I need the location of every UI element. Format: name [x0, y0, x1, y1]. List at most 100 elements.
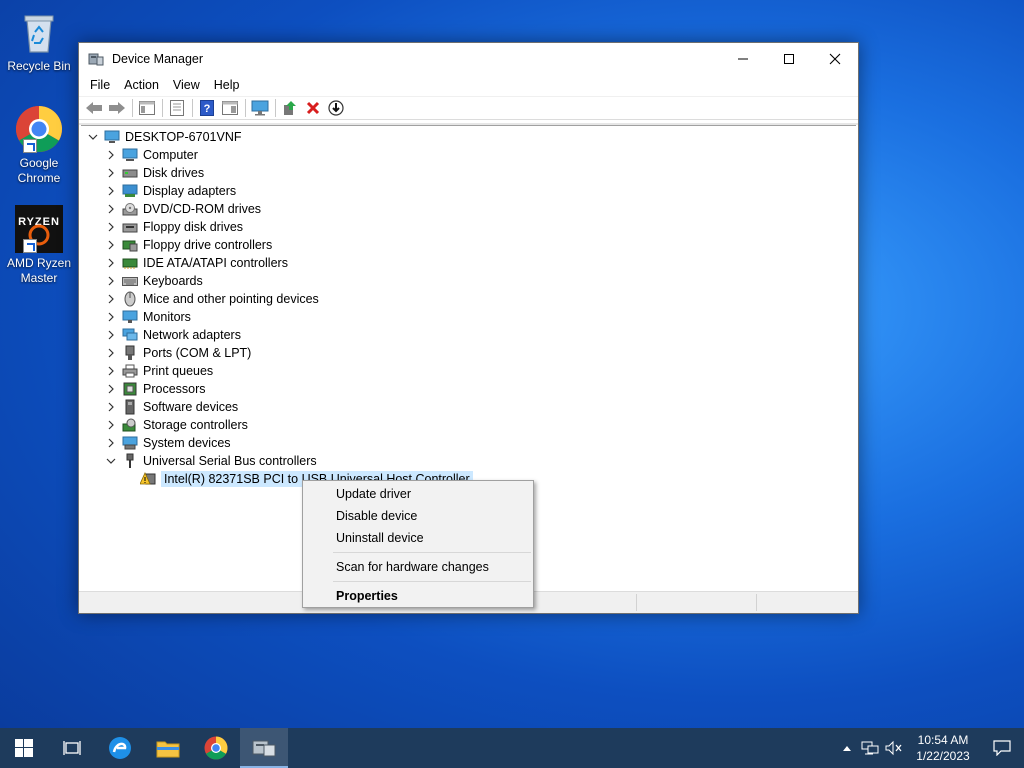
tree-category-mice[interactable]: Mice and other pointing devices — [103, 290, 319, 308]
tree-divider — [81, 125, 856, 126]
volume-muted-icon — [885, 740, 902, 756]
chevron-right-icon[interactable] — [103, 417, 119, 433]
menu-item-update-driver[interactable]: Update driver — [303, 483, 533, 505]
display-adapter-icon — [121, 183, 138, 199]
chevron-down-icon[interactable] — [103, 453, 119, 469]
chevron-right-icon[interactable] — [103, 327, 119, 343]
uninstall-toolbar-button[interactable] — [302, 98, 324, 118]
tree-category-usb-controllers[interactable]: Universal Serial Bus controllers — [103, 452, 317, 470]
chevron-up-icon — [843, 746, 851, 751]
chevron-right-icon[interactable] — [103, 345, 119, 361]
chrome-label: Google Chrome — [17, 156, 61, 185]
root-label: DESKTOP-6701VNF — [125, 130, 242, 144]
tree-category-dvd-cd-rom-drives[interactable]: DVD/CD-ROM drives — [103, 200, 261, 218]
close-button[interactable] — [812, 43, 858, 74]
chevron-down-icon[interactable] — [85, 129, 101, 145]
update-driver-toolbar-button[interactable] — [279, 98, 301, 118]
menu-view[interactable]: View — [166, 78, 207, 92]
category-label: Display adapters — [143, 184, 237, 198]
task-view-button[interactable] — [48, 728, 96, 768]
tree-category-ide-ata-atapi-controllers[interactable]: IDE ATA/ATAPI controllers — [103, 254, 288, 272]
chevron-right-icon[interactable] — [103, 201, 119, 217]
tree-category-ports[interactable]: Ports (COM & LPT) — [103, 344, 251, 362]
chevron-right-icon[interactable] — [103, 237, 119, 253]
menu-separator — [333, 581, 531, 582]
chevron-right-icon[interactable] — [103, 291, 119, 307]
network-icon — [861, 741, 879, 755]
show-hidden-icons-button[interactable] — [836, 744, 858, 752]
menu-item-scan-hardware[interactable]: Scan for hardware changes — [303, 556, 533, 578]
category-label: Storage controllers — [143, 418, 248, 432]
tree-category-system-devices[interactable]: System devices — [103, 434, 231, 452]
menu-file[interactable]: File — [83, 78, 117, 92]
chevron-right-icon[interactable] — [103, 309, 119, 325]
menu-item-uninstall-device[interactable]: Uninstall device — [303, 527, 533, 549]
title-bar[interactable]: Device Manager — [79, 43, 858, 74]
tree-category-network-adapters[interactable]: Network adapters — [103, 326, 241, 344]
chevron-right-icon[interactable] — [103, 435, 119, 451]
properties-toolbar-button[interactable] — [166, 98, 188, 118]
forward-button[interactable] — [106, 98, 128, 118]
taskbar-app-browser[interactable] — [96, 728, 144, 768]
chevron-right-icon[interactable] — [103, 363, 119, 379]
back-button[interactable] — [83, 98, 105, 118]
chevron-right-icon[interactable] — [103, 219, 119, 235]
ide-controller-icon — [121, 255, 138, 271]
menu-help[interactable]: Help — [207, 78, 247, 92]
disable-device-label: Disable device — [336, 509, 418, 523]
menu-item-disable-device[interactable]: Disable device — [303, 505, 533, 527]
monitor-icon — [121, 309, 138, 325]
volume-tray-button[interactable] — [882, 740, 906, 756]
tree-category-print-queues[interactable]: Print queues — [103, 362, 213, 380]
toolbar-separator — [132, 99, 133, 117]
tree-category-keyboards[interactable]: Keyboards — [103, 272, 203, 290]
taskbar-app-device-manager[interactable] — [240, 728, 288, 768]
computer-root-icon — [103, 129, 120, 145]
network-tray-button[interactable] — [858, 740, 882, 756]
monitor-toolbar-button[interactable] — [249, 98, 271, 118]
maximize-button[interactable] — [766, 43, 812, 74]
chevron-right-icon[interactable] — [103, 255, 119, 271]
tree-category-disk-drives[interactable]: Disk drives — [103, 164, 204, 182]
context-menu: Update driver Disable device Uninstall d… — [302, 480, 534, 608]
toolbar-separator — [245, 99, 246, 117]
desktop-icon-amd-ryzen-master[interactable]: RYZEN AMD Ryzen Master — [4, 205, 74, 286]
chevron-right-icon[interactable] — [103, 381, 119, 397]
tree-category-software-devices[interactable]: Software devices — [103, 398, 238, 416]
action-center-button[interactable] — [980, 728, 1024, 768]
taskbar-clock[interactable]: 10:54 AM 1/22/2023 — [906, 732, 980, 764]
menu-item-properties[interactable]: Properties — [303, 585, 533, 607]
desktop-icon-google-chrome[interactable]: Google Chrome — [4, 105, 74, 186]
action-pane-button[interactable] — [219, 98, 241, 118]
category-label: Computer — [143, 148, 198, 162]
download-toolbar-button[interactable] — [325, 98, 347, 118]
tree-category-computer[interactable]: Computer — [103, 146, 198, 164]
dvd-drive-icon — [121, 201, 138, 217]
svg-text:?: ? — [204, 103, 211, 115]
chevron-right-icon[interactable] — [103, 183, 119, 199]
tree-category-display-adapters[interactable]: Display adapters — [103, 182, 236, 200]
taskbar-app-chrome[interactable] — [192, 728, 240, 768]
tree-category-floppy-drive-controllers[interactable]: Floppy drive controllers — [103, 236, 272, 254]
menu-action[interactable]: Action — [117, 78, 166, 92]
chevron-right-icon[interactable] — [103, 165, 119, 181]
desktop-icon-recycle-bin[interactable]: Recycle Bin — [4, 8, 74, 74]
tree-category-processors[interactable]: Processors — [103, 380, 206, 398]
minimize-button[interactable] — [720, 43, 766, 74]
help-toolbar-button[interactable]: ? — [196, 98, 218, 118]
chevron-right-icon[interactable] — [103, 273, 119, 289]
chevron-right-icon[interactable] — [103, 399, 119, 415]
chevron-right-icon[interactable] — [103, 147, 119, 163]
taskbar-app-file-explorer[interactable] — [144, 728, 192, 768]
category-label: Software devices — [143, 400, 239, 414]
show-hide-console-tree-button[interactable] — [136, 98, 158, 118]
tree-category-storage-controllers[interactable]: Storage controllers — [103, 416, 248, 434]
tree-category-floppy-disk-drives[interactable]: Floppy disk drives — [103, 218, 243, 236]
tree-root[interactable]: DESKTOP-6701VNF — [85, 128, 241, 146]
window-title: Device Manager — [112, 51, 204, 66]
windows-logo-icon — [15, 739, 33, 757]
tree-category-monitors[interactable]: Monitors — [103, 308, 191, 326]
uninstall-device-label: Uninstall device — [336, 531, 424, 545]
start-button[interactable] — [0, 728, 48, 768]
task-view-icon — [63, 741, 81, 755]
